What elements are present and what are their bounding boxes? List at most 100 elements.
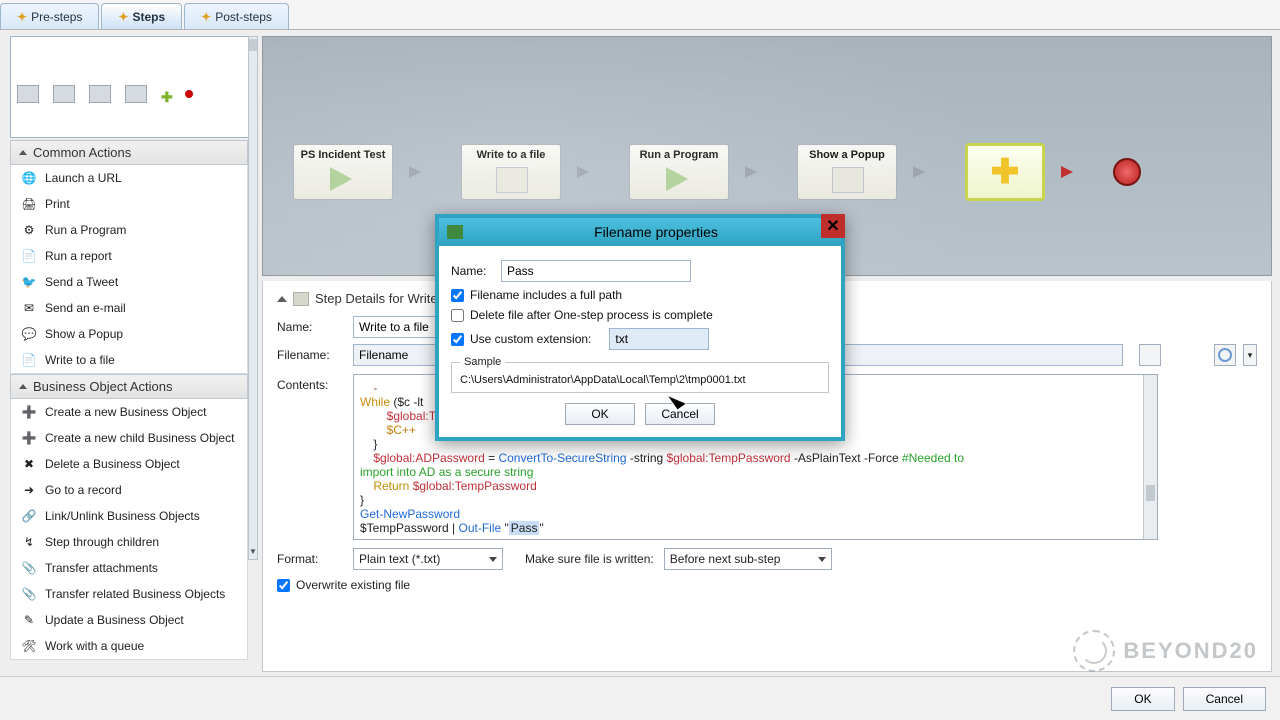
action-item[interactable]: ➕Create a new child Business Object: [11, 425, 247, 451]
add-step-button[interactable]: ✚: [965, 143, 1045, 201]
ok-button[interactable]: OK: [1111, 687, 1174, 711]
action-label: Create a new Business Object: [45, 405, 206, 419]
scroll-thumb[interactable]: [249, 39, 257, 51]
tab-pre-steps[interactable]: ✦Pre-steps: [0, 3, 99, 29]
play-icon: [666, 167, 688, 191]
name-label: Name:: [277, 320, 343, 334]
action-label: Launch a URL: [45, 171, 122, 185]
mini-node[interactable]: [53, 85, 75, 103]
file-icon: [496, 167, 528, 193]
close-button[interactable]: ✕: [821, 214, 845, 238]
cancel-button[interactable]: Cancel: [1183, 687, 1266, 711]
arrow-icon: [577, 166, 589, 178]
action-label: Delete a Business Object: [45, 457, 180, 471]
sample-legend: Sample: [460, 356, 505, 368]
chevron-up-icon: [19, 384, 27, 389]
overwrite-checkbox[interactable]: [277, 579, 290, 592]
contents-scrollbar[interactable]: [1143, 375, 1157, 539]
action-icon: 📄: [21, 248, 37, 264]
action-label: Transfer related Business Objects: [45, 587, 225, 601]
action-item[interactable]: ➜Go to a record: [11, 477, 247, 503]
scroll-down-icon[interactable]: ▼: [249, 547, 257, 559]
action-label: Print: [45, 197, 70, 211]
delete-after-label: Delete file after One-step process is co…: [470, 308, 713, 322]
node-show-a-popup[interactable]: Show a Popup: [797, 144, 897, 200]
node-run-a-program[interactable]: Run a Program: [629, 144, 729, 200]
action-item[interactable]: ➕Create a new Business Object: [11, 399, 247, 425]
bottom-bar: OK Cancel: [0, 676, 1280, 720]
file-icon: [293, 292, 309, 306]
format-dropdown[interactable]: Plain text (*.txt): [353, 548, 503, 570]
filename-zoom-button[interactable]: [1214, 344, 1236, 366]
dialog-name-input[interactable]: [501, 260, 691, 282]
delete-after-checkbox[interactable]: [451, 309, 464, 322]
written-label: Make sure file is written:: [525, 552, 654, 566]
mini-node[interactable]: [17, 85, 39, 103]
tab-post-steps[interactable]: ✦Post-steps: [184, 3, 289, 29]
filename-dropdown-button[interactable]: ▾: [1243, 344, 1257, 366]
action-item[interactable]: ✎Update a Business Object: [11, 607, 247, 633]
left-scrollbar[interactable]: ▲ ▼: [248, 36, 258, 560]
tab-steps[interactable]: ✦Steps: [101, 3, 182, 29]
dialog-ok-button[interactable]: OK: [565, 403, 635, 425]
custom-ext-checkbox[interactable]: [451, 333, 464, 346]
chevron-down-icon: [489, 557, 497, 562]
action-label: Send an e-mail: [45, 301, 126, 315]
written-dropdown[interactable]: Before next sub-step: [664, 548, 832, 570]
action-item[interactable]: 🌐Launch a URL: [11, 165, 247, 191]
action-icon: ⚙: [21, 222, 37, 238]
tab-label: Post-steps: [215, 10, 272, 24]
watermark: BEYOND20: [1073, 630, 1258, 672]
action-item[interactable]: 📄Write to a file: [11, 347, 247, 373]
sample-path: C:\Users\Administrator\AppData\Local\Tem…: [460, 374, 820, 386]
section-common-actions[interactable]: Common Actions: [10, 140, 248, 165]
action-item[interactable]: 🖨Print: [11, 191, 247, 217]
node-write-to-file[interactable]: Write to a file: [461, 144, 561, 200]
action-item[interactable]: ✉Send an e-mail: [11, 295, 247, 321]
mini-add-icon[interactable]: ✚: [161, 89, 171, 99]
section-title: Business Object Actions: [33, 379, 172, 394]
action-label: Work with a queue: [45, 639, 144, 653]
node-ps-incident-test[interactable]: PS Incident Test: [293, 144, 393, 200]
chevron-up-icon: [19, 150, 27, 155]
action-icon: 📎: [21, 586, 37, 602]
node-title: Run a Program: [630, 149, 728, 161]
fullpath-checkbox[interactable]: [451, 289, 464, 302]
dialog-titlebar[interactable]: Filename properties ✕: [439, 218, 841, 246]
filename-properties-dialog: Filename properties ✕ Name: Filename inc…: [435, 214, 845, 441]
arrow-icon: [409, 166, 421, 178]
written-value: Before next sub-step: [670, 552, 781, 566]
watermark-text: BEYOND20: [1123, 638, 1258, 664]
actions-panel: Common Actions 🌐Launch a URL🖨Print⚙Run a…: [10, 140, 248, 660]
section-title: Common Actions: [33, 145, 131, 160]
scroll-thumb[interactable]: [1146, 485, 1155, 501]
action-label: Step through children: [45, 535, 159, 549]
mini-node[interactable]: [89, 85, 111, 103]
action-item[interactable]: 🔗Link/Unlink Business Objects: [11, 503, 247, 529]
action-item[interactable]: ✖Delete a Business Object: [11, 451, 247, 477]
action-item[interactable]: 💬Show a Popup: [11, 321, 247, 347]
action-item[interactable]: 📎Transfer attachments: [11, 555, 247, 581]
mini-node[interactable]: [125, 85, 147, 103]
action-icon: ➕: [21, 430, 37, 446]
action-item[interactable]: ⚙Run a Program: [11, 217, 247, 243]
thumbnail-pane: ✚: [10, 36, 254, 138]
section-business-actions[interactable]: Business Object Actions: [10, 374, 248, 399]
top-tabs: ✦Pre-steps ✦Steps ✦Post-steps: [0, 0, 1280, 30]
action-item[interactable]: 🐦Send a Tweet: [11, 269, 247, 295]
filename-picker-button[interactable]: [1139, 344, 1161, 366]
overwrite-label: Overwrite existing file: [296, 578, 410, 592]
action-item[interactable]: 📎 Transfer related Business Objects: [11, 581, 247, 607]
format-label: Format:: [277, 552, 343, 566]
action-item[interactable]: 🛠Work with a queue: [11, 633, 247, 659]
arrow-icon: [745, 166, 757, 178]
chevron-down-icon: [818, 557, 826, 562]
action-item[interactable]: ↯Step through children: [11, 529, 247, 555]
action-label: Show a Popup: [45, 327, 123, 341]
plus-icon: ✚: [991, 152, 1020, 192]
action-label: Link/Unlink Business Objects: [45, 509, 200, 523]
arrow-icon: [1061, 166, 1073, 178]
action-item[interactable]: 📄Run a report: [11, 243, 247, 269]
node-title: Show a Popup: [798, 149, 896, 161]
custom-ext-input[interactable]: [609, 328, 709, 350]
